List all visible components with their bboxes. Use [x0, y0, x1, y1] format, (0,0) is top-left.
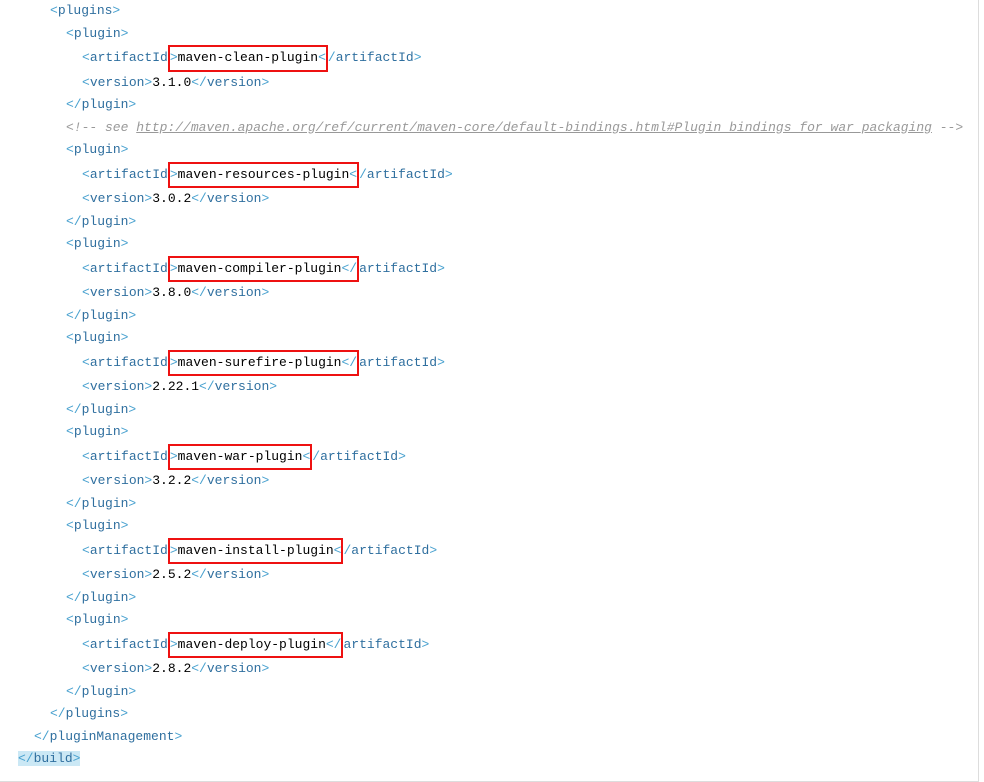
comment-link[interactable]: http://maven.apache.org/ref/current/mave… — [136, 120, 932, 135]
tag-plugin-close: </plugin> — [0, 587, 978, 610]
tag-plugin-close: </plugin> — [0, 305, 978, 328]
artifact-line: <artifactId>maven-clean-plugin</artifact… — [0, 45, 978, 72]
version-line: <version>3.2.2</version> — [0, 470, 978, 493]
tag-plugins-open: <plugins> — [0, 0, 978, 23]
tag-plugin-open: <plugin> — [0, 609, 978, 632]
version-line: <version>2.5.2</version> — [0, 564, 978, 587]
tag-plugin-close: </plugin> — [0, 211, 978, 234]
tag-plugin-open: <plugin> — [0, 233, 978, 256]
tag-plugin-open: <plugin> — [0, 327, 978, 350]
tag-plugin-close: </plugin> — [0, 94, 978, 117]
artifact-line: <artifactId>maven-war-plugin</artifactId… — [0, 444, 978, 471]
version-line: <version>3.0.2</version> — [0, 188, 978, 211]
tag-plugin-open: <plugin> — [0, 23, 978, 46]
comment-line: <!-- see http://maven.apache.org/ref/cur… — [0, 117, 978, 140]
version-line: <version>2.22.1</version> — [0, 376, 978, 399]
tag-plugin-open: <plugin> — [0, 515, 978, 538]
artifact-line: <artifactId>maven-install-plugin</artifa… — [0, 538, 978, 565]
artifact-line: <artifactId>maven-surefire-plugin</artif… — [0, 350, 978, 377]
version-line: <version>2.8.2</version> — [0, 658, 978, 681]
artifact-line: <artifactId>maven-deploy-plugin</artifac… — [0, 632, 978, 659]
artifact-line: <artifactId>maven-compiler-plugin</artif… — [0, 256, 978, 283]
tag-plugin-close: </plugin> — [0, 493, 978, 516]
version-line: <version>3.1.0</version> — [0, 72, 978, 95]
tag-plugin-close: </plugin> — [0, 681, 978, 704]
tag-plugin-close: </plugin> — [0, 399, 978, 422]
tag-plugins-close: </plugins> — [0, 703, 978, 726]
tag-pluginmanagement-close: </pluginManagement> — [0, 726, 978, 749]
tag-plugin-open: <plugin> — [0, 421, 978, 444]
tag-plugin-open: <plugin> — [0, 139, 978, 162]
xml-code-block: <plugins> <plugin> <artifactId>maven-cle… — [0, 0, 979, 782]
version-line: <version>3.8.0</version> — [0, 282, 978, 305]
tag-build-close: </build> — [0, 748, 978, 771]
artifact-line: <artifactId>maven-resources-plugin</arti… — [0, 162, 978, 189]
